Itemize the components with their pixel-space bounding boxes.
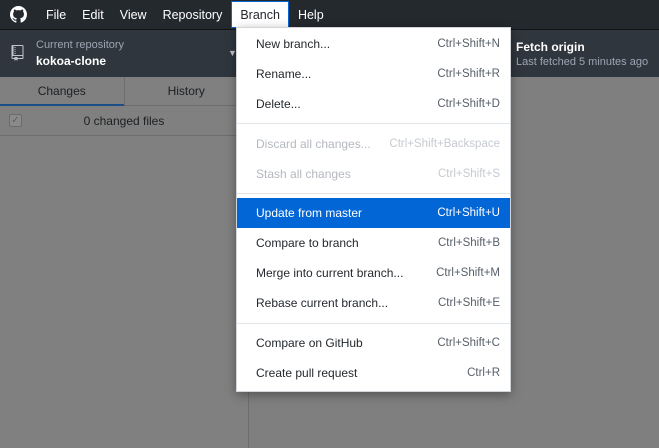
sidebar-tabs: Changes History [0,77,248,106]
menu-item-shortcut: Ctrl+Shift+R [437,68,500,80]
github-logo-icon [0,0,37,29]
menu-separator [237,323,510,324]
tab-history[interactable]: History [123,77,249,105]
menu-item-shortcut: Ctrl+Shift+B [438,237,500,249]
menu-edit[interactable]: Edit [74,0,112,29]
menu-bar: File Edit View Repository Branch Help [0,0,659,29]
repo-icon [11,45,24,64]
menu-item-stash-all-changes: Stash all changes Ctrl+Shift+S [237,159,510,189]
menu-item-label: Create pull request [256,366,358,380]
fetch-title: Fetch origin [516,40,585,54]
menu-help[interactable]: Help [290,0,332,29]
menu-item-create-pull-request[interactable]: Create pull request Ctrl+R [237,358,510,388]
menu-item-compare-on-github[interactable]: Compare on GitHub Ctrl+Shift+C [237,328,510,358]
sidebar: Changes History ✓ 0 changed files [0,77,249,448]
menu-item-shortcut: Ctrl+Shift+D [437,98,500,110]
menu-item-label: Rename... [256,67,312,81]
menu-item-shortcut: Ctrl+Shift+U [437,207,500,219]
menu-item-label: Discard all changes... [256,137,371,151]
menu-item-delete[interactable]: Delete... Ctrl+Shift+D [237,89,510,119]
menu-item-label: Stash all changes [256,167,351,181]
menu-item-compare-to-branch[interactable]: Compare to branch Ctrl+Shift+B [237,228,510,258]
changes-header: ✓ 0 changed files [0,106,248,136]
menu-branch[interactable]: Branch [231,1,289,28]
select-all-checkbox[interactable]: ✓ [9,114,22,127]
menu-item-shortcut: Ctrl+Shift+C [437,337,500,349]
branch-menu: New branch... Ctrl+Shift+N Rename... Ctr… [236,27,511,392]
menu-repository[interactable]: Repository [155,0,231,29]
menu-item-label: Rebase current branch... [256,296,389,310]
menu-item-label: Merge into current branch... [256,266,404,280]
repo-name: kokoa-clone [36,54,107,68]
fetch-origin-button[interactable]: Fetch origin Last fetched 5 minutes ago [511,30,659,77]
menu-item-rebase-current-branch[interactable]: Rebase current branch... Ctrl+Shift+E [237,288,510,318]
tab-changes[interactable]: Changes [0,77,124,106]
menu-item-shortcut: Ctrl+Shift+M [436,267,500,279]
menu-item-update-from-master[interactable]: Update from master Ctrl+Shift+U [237,198,510,228]
current-repository-button[interactable]: Current repository kokoa-clone ▼ [0,30,249,77]
menu-item-label: Compare to branch [256,236,359,250]
menu-file[interactable]: File [37,0,74,29]
menu-item-shortcut: Ctrl+R [467,367,500,379]
menu-item-merge-into-current-branch[interactable]: Merge into current branch... Ctrl+Shift+… [237,258,510,288]
menu-item-label: New branch... [256,37,331,51]
menu-item-label: Delete... [256,97,301,111]
menu-view[interactable]: View [112,0,155,29]
menu-item-label: Compare on GitHub [256,336,363,350]
menu-item-label: Update from master [256,206,363,220]
menu-item-discard-all-changes: Discard all changes... Ctrl+Shift+Backsp… [237,129,510,159]
fetch-subtitle: Last fetched 5 minutes ago [516,56,649,68]
menu-item-rename[interactable]: Rename... Ctrl+Shift+R [237,59,510,89]
menu-separator [237,123,510,124]
menu-item-shortcut: Ctrl+Shift+N [437,38,500,50]
menu-separator [237,193,510,194]
menu-item-shortcut: Ctrl+Shift+Backspace [389,138,500,150]
menu-item-shortcut: Ctrl+Shift+S [438,168,500,180]
menu-item-shortcut: Ctrl+Shift+E [438,297,500,309]
changed-files-count: 0 changed files [83,113,165,128]
repo-label: Current repository [36,39,125,51]
menu-item-new-branch[interactable]: New branch... Ctrl+Shift+N [237,29,510,59]
